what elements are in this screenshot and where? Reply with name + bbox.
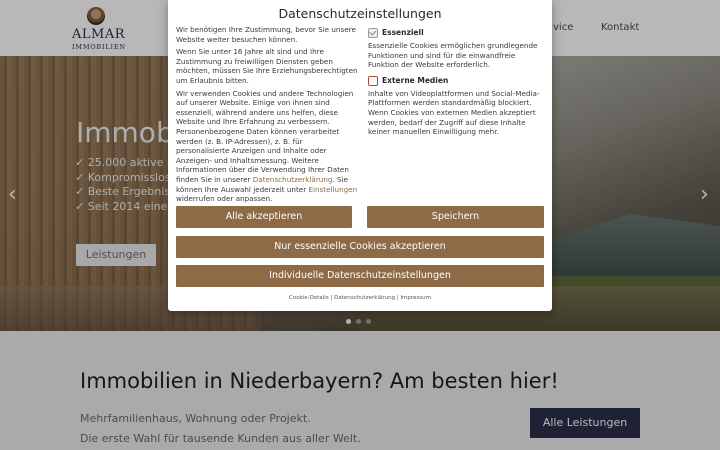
category-essential: Essenziell [368, 28, 544, 38]
save-button[interactable]: Speichern [367, 206, 544, 228]
dialog-title: Datenschutzeinstellungen [278, 6, 442, 21]
external-media-description: Inhalte von Videoplattformen und Social-… [368, 88, 540, 137]
consent-paragraph-text: widerrufen oder anpassen. [176, 194, 273, 204]
privacy-policy-footer-link[interactable]: Datenschutzerklärung [334, 295, 395, 301]
individual-settings-button[interactable]: Individuelle Datenschutzeinstellungen [176, 265, 544, 287]
consent-text: Wir benötigen Ihre Zustimmung, bevor Sie… [176, 25, 358, 207]
cookie-details-link[interactable]: Cookie-Details [289, 295, 329, 301]
privacy-policy-link[interactable]: Datenschutzerklärung [253, 175, 333, 184]
imprint-link[interactable]: Impressum [400, 295, 431, 301]
privacy-settings-dialog: Datenschutzeinstellungen Wir benötigen I… [168, 0, 552, 311]
essential-description: Essenzielle Cookies ermöglichen grundleg… [368, 41, 538, 70]
consent-paragraph: Wir benötigen Ihre Zustimmung, bevor Sie… [176, 25, 356, 44]
category-external-media: Externe Medien [368, 75, 544, 86]
external-media-checkbox[interactable] [368, 75, 378, 86]
consent-paragraph: Wenn Sie unter 16 Jahre alt sind und Ihr… [176, 47, 358, 85]
external-media-label: Externe Medien [382, 75, 449, 85]
settings-link[interactable]: Einstellungen [308, 185, 357, 194]
essential-checkbox[interactable] [368, 28, 378, 38]
consent-paragraph-text: Wir verwenden Cookies und andere Technol… [176, 88, 354, 184]
consent-paragraph: Wir verwenden Cookies und andere Technol… [176, 89, 358, 204]
essential-label: Essenziell [382, 28, 424, 38]
consent-categories: Essenziell Essenzielle Cookies ermöglich… [368, 28, 544, 143]
accept-essential-button[interactable]: Nur essenzielle Cookies akzeptieren [176, 236, 544, 258]
dialog-footer-links: Cookie-Details | Datenschutzerklärung | … [168, 295, 552, 301]
accept-all-button[interactable]: Alle akzeptieren [176, 206, 352, 228]
